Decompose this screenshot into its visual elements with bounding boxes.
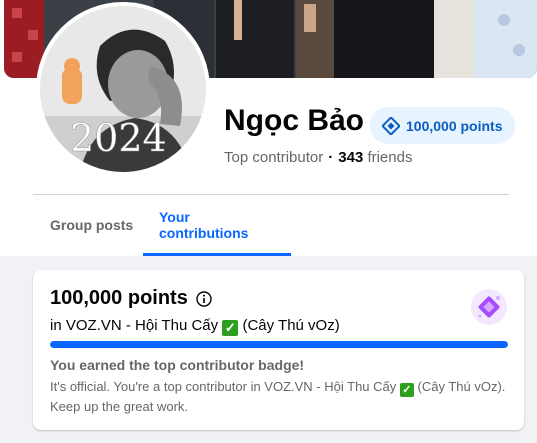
group-name[interactable]: VOZ.VN - Hội Thu Cấy [66, 317, 218, 334]
points-total: 100,000 points [50, 287, 188, 309]
card-title: 100,000 points [50, 287, 212, 310]
tab-group-posts[interactable]: Group posts [34, 196, 149, 254]
tab-your-contributions[interactable]: Your contributions [143, 196, 291, 256]
group-suffix[interactable]: (Cây Thú vOz) [242, 317, 339, 334]
progress-bar [50, 341, 508, 348]
earned-description: It's official. You're a top contributor … [50, 377, 520, 416]
contribution-card: 100,000 points in VOZ.VN - Hội Thu Cấy ✓… [33, 270, 524, 430]
check-mark-icon: ✓ [222, 320, 239, 336]
progress-bar-fill [50, 341, 508, 348]
earned-desc-part-1: It's official. You're a top contributor … [50, 379, 397, 394]
tab-your-contributions-label: Your contributions [159, 209, 249, 241]
header-divider [33, 194, 509, 195]
separator-dot: · [328, 149, 334, 166]
tab-group-posts-label: Group posts [50, 217, 134, 233]
check-mark-icon-small: ✓ [399, 383, 414, 397]
group-prefix: in [50, 317, 62, 334]
diamond-icon [382, 116, 400, 135]
profile-avatar[interactable]: 2024 [36, 2, 210, 176]
profile-name: Ngọc Bảo [224, 104, 365, 137]
profile-header: 2024 Ngọc Bảo 100,000 points Top contrib… [0, 0, 537, 256]
info-icon[interactable] [196, 290, 212, 307]
points-badge[interactable]: 100,000 points [370, 107, 515, 144]
friends-count[interactable]: 343 [338, 149, 363, 166]
group-line: in VOZ.VN - Hội Thu Cấy ✓ (Cây Thú vOz) [50, 317, 340, 336]
svg-text:2024: 2024 [70, 116, 167, 160]
earned-title: You earned the top contributor badge! [50, 357, 305, 373]
points-badge-label: 100,000 points [406, 117, 503, 134]
profile-subline: Top contributor · 343 friends [224, 149, 412, 166]
friends-label[interactable]: friends [367, 149, 412, 166]
role-label: Top contributor [224, 149, 324, 166]
top-contributor-badge-icon [471, 289, 507, 325]
avatar-image: 2024 [40, 6, 206, 172]
